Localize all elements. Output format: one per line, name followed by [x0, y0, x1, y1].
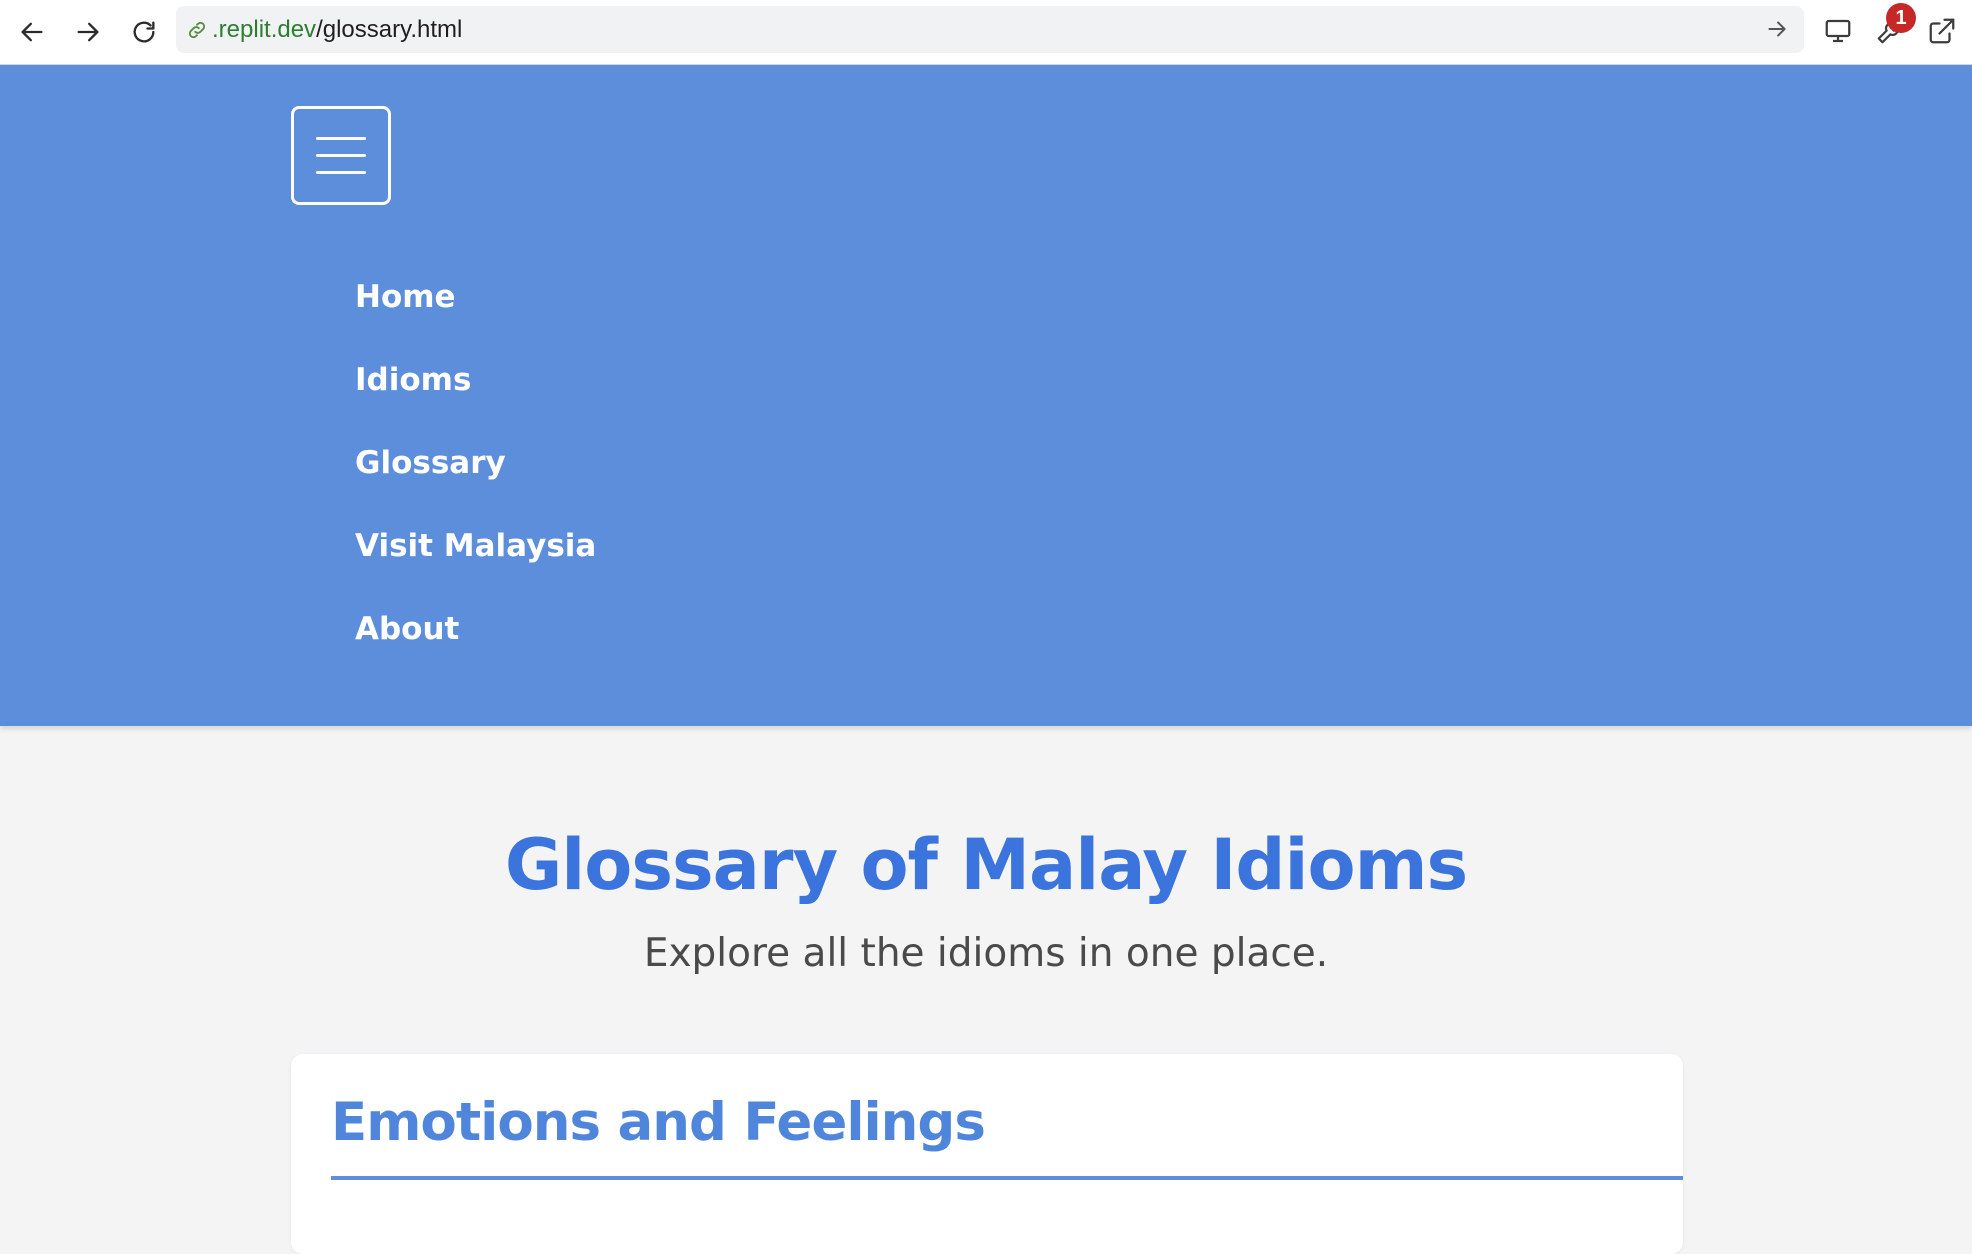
devtools-button[interactable]: 1 — [1870, 3, 1916, 51]
hamburger-bar — [316, 137, 366, 140]
url-path: /glossary.html — [316, 15, 463, 43]
device-button[interactable] — [1818, 11, 1858, 51]
category-card: Emotions and Feelings — [291, 1054, 1683, 1254]
reload-icon — [133, 21, 155, 43]
nav-link-about[interactable]: About — [355, 611, 459, 647]
nav-item-visit-malaysia: Visit Malaysia — [355, 504, 596, 587]
hamburger-bar — [316, 154, 366, 157]
nav-item-glossary: Glossary — [355, 421, 596, 504]
arrow-right-icon — [77, 22, 99, 42]
reload-button[interactable] — [122, 10, 166, 54]
nav-item-idioms: Idioms — [355, 338, 596, 421]
back-button[interactable] — [10, 10, 54, 54]
category-heading: Emotions and Feelings — [331, 1092, 986, 1153]
page-subtitle: Explore all the idioms in one place. — [643, 931, 1329, 976]
url-text: .replit.dev/glossary.html — [212, 16, 462, 44]
nav-item-about: About — [355, 587, 596, 670]
url-domain: .replit.dev — [212, 15, 317, 43]
nav-link-home[interactable]: Home — [355, 279, 456, 315]
page-title: Glossary of Malay Idioms — [504, 824, 1468, 906]
arrow-right-icon — [1768, 21, 1786, 37]
go-button[interactable] — [1764, 16, 1790, 42]
open-external-button[interactable] — [1922, 11, 1962, 51]
hamburger-menu-icon[interactable] — [291, 106, 391, 205]
category-divider — [331, 1176, 1683, 1180]
nav-item-home: Home — [355, 255, 596, 338]
link-icon — [184, 17, 210, 43]
forward-button[interactable] — [66, 10, 110, 54]
browser-toolbar: .replit.dev/glossary.html 1 — [0, 0, 1972, 65]
main-content: Glossary of Malay Idioms Explore all the… — [0, 726, 1972, 1254]
external-link-icon — [1929, 18, 1955, 44]
nav-link-idioms[interactable]: Idioms — [355, 362, 471, 398]
address-bar[interactable]: .replit.dev/glossary.html — [176, 6, 1804, 53]
monitor-icon — [1825, 19, 1851, 43]
nav-link-visit-malaysia[interactable]: Visit Malaysia — [355, 528, 596, 564]
arrow-left-icon — [21, 22, 43, 42]
nav-link-glossary[interactable]: Glossary — [355, 445, 506, 481]
notification-badge: 1 — [1886, 3, 1916, 33]
hamburger-bar — [316, 171, 366, 174]
site-header: Home Idioms Glossary Visit Malaysia Abou… — [0, 65, 1972, 726]
main-nav: Home Idioms Glossary Visit Malaysia Abou… — [355, 255, 596, 670]
